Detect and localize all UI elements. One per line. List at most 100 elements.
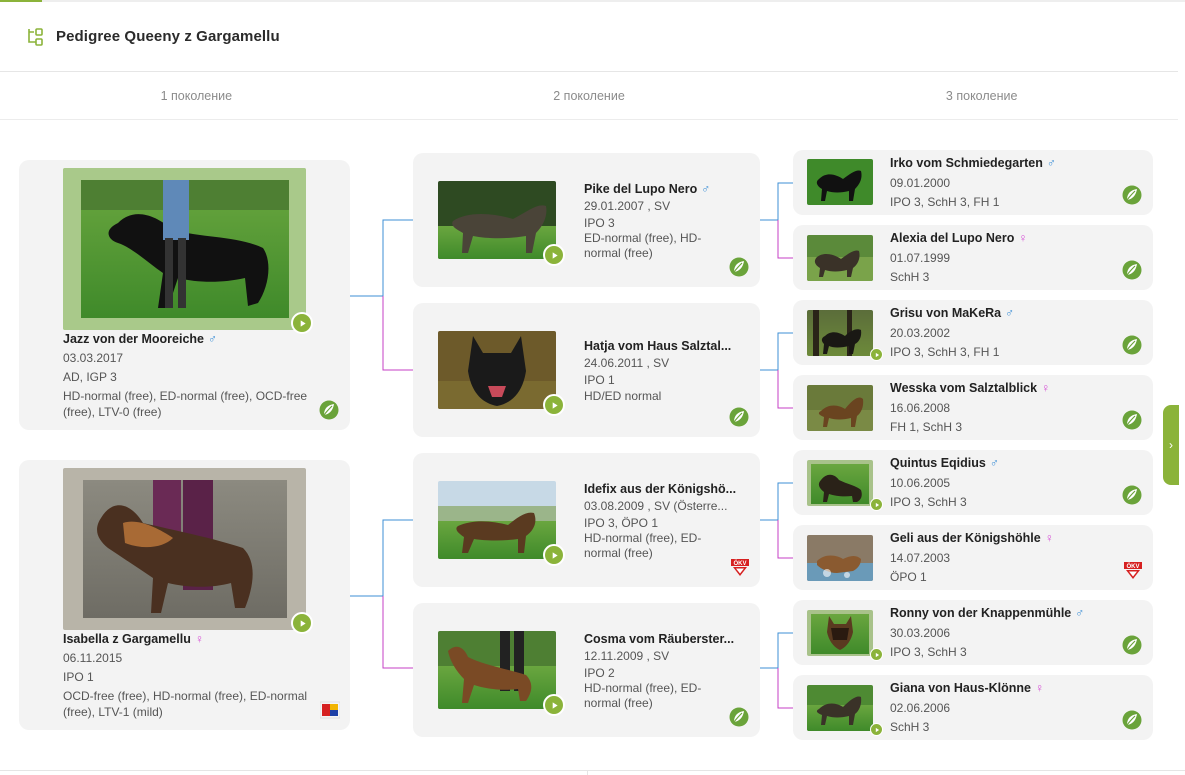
dog-photo[interactable]	[807, 685, 873, 731]
male-sex-icon: ♂	[989, 456, 999, 470]
dog-photo[interactable]	[807, 310, 873, 356]
pedigree-card-gen3-7[interactable]: Ronny von der Knappenmühle ♂ 30.03.2006 I…	[793, 600, 1153, 665]
play-video-button[interactable]	[291, 312, 313, 334]
leaf-icon[interactable]	[1122, 485, 1142, 505]
dog-name[interactable]: Quintus Eqidius ♂	[890, 456, 1110, 470]
dog-name[interactable]: Wesska vom Salztalblick ♀	[890, 381, 1110, 395]
dog-photo[interactable]	[438, 331, 556, 409]
expand-side-panel-button[interactable]: ›	[1163, 405, 1179, 485]
dog-photo[interactable]	[438, 631, 556, 709]
leaf-icon[interactable]	[729, 407, 749, 427]
dog-name[interactable]: Jazz von der Mooreiche ♂	[63, 332, 333, 346]
dog-name[interactable]: Idefix aus der Königshö...	[584, 482, 744, 496]
pedigree-card-gen2-4[interactable]: Cosma vom Räuberster... 12.11.2009 , SV …	[413, 603, 760, 737]
dog-name[interactable]: Pike del Lupo Nero ♂	[584, 182, 744, 196]
dog-birthdate: 14.07.2003	[890, 551, 951, 565]
dog-photo[interactable]	[63, 168, 306, 330]
dog-birthdate: 10.06.2005	[890, 476, 951, 490]
male-sex-icon: ♂	[701, 182, 711, 196]
dog-name[interactable]: Isabella z Gargamellu ♀	[63, 632, 333, 646]
pedigree-card-gen3-1[interactable]: Irko vom Schmiedegarten ♂ 09.01.2000 IPO …	[793, 150, 1153, 215]
footer-separator	[587, 771, 588, 775]
dog-photo[interactable]	[807, 235, 873, 281]
pedigree-card-gen2-1[interactable]: Pike del Lupo Nero ♂ 29.01.2007 , SV IPO …	[413, 153, 760, 287]
play-video-button[interactable]	[870, 498, 883, 511]
play-video-button[interactable]	[543, 544, 565, 566]
dog-photo[interactable]	[438, 181, 556, 259]
dog-birthdate: 30.03.2006	[890, 626, 951, 640]
dog-titles: IPO 3	[584, 216, 615, 230]
leaf-icon[interactable]	[729, 257, 749, 277]
pedigree-tree-icon	[28, 27, 43, 46]
dog-titles: AD, IGP 3	[63, 370, 117, 384]
dog-titles: IPO 3, SchH 3	[890, 495, 967, 509]
dog-photo[interactable]	[807, 159, 873, 205]
play-video-button[interactable]	[543, 694, 565, 716]
female-sex-icon: ♀	[1044, 531, 1054, 545]
page-header: Pedigree Queeny z Gargamellu	[0, 2, 1178, 72]
dog-photo[interactable]	[807, 385, 873, 431]
dog-name[interactable]: Giana von Haus-Klönne ♀	[890, 681, 1110, 695]
dog-name[interactable]: Geli aus der Königshöhle ♀	[890, 531, 1110, 545]
pedigree-card-gen3-2[interactable]: Alexia del Lupo Nero ♀ 01.07.1999 SchH 3	[793, 225, 1153, 290]
leaf-icon[interactable]	[1122, 410, 1142, 430]
dog-photo[interactable]	[807, 610, 873, 656]
play-video-button[interactable]	[543, 394, 565, 416]
pedigree-card-gen3-5[interactable]: Quintus Eqidius ♂ 10.06.2005 IPO 3, SchH …	[793, 450, 1153, 515]
dog-birthdate: 24.06.2011 , SV	[584, 356, 670, 370]
male-sex-icon: ♂	[1075, 606, 1085, 620]
play-video-button[interactable]	[543, 244, 565, 266]
dog-photo[interactable]	[63, 468, 306, 630]
pedigree-card-gen2-2[interactable]: Hatja vom Haus Salztal... 24.06.2011 , S…	[413, 303, 760, 437]
dog-health: HD-normal (free), ED-normal (free)	[584, 531, 702, 560]
dog-titles: IPO 1	[63, 670, 94, 684]
female-sex-icon: ♀	[1018, 231, 1028, 245]
leaf-icon[interactable]	[1122, 260, 1142, 280]
leaf-icon[interactable]	[1122, 335, 1142, 355]
dog-name[interactable]: Grisu von MaKeRa ♂	[890, 306, 1110, 320]
okv-badge-icon[interactable]	[730, 559, 750, 577]
dog-titles: SchH 3	[890, 270, 930, 284]
play-video-button[interactable]	[870, 648, 883, 661]
dog-health: HD-normal (free), ED-normal (free), OCD-…	[63, 389, 308, 419]
flag-badge-icon[interactable]	[320, 700, 340, 720]
dog-photo[interactable]	[438, 481, 556, 559]
leaf-icon[interactable]	[1122, 185, 1142, 205]
okv-badge-icon[interactable]	[1123, 562, 1143, 580]
leaf-icon[interactable]	[1122, 710, 1142, 730]
leaf-icon[interactable]	[729, 707, 749, 727]
dog-birthdate: 16.06.2008	[890, 401, 951, 415]
pedigree-card-sire[interactable]: Jazz von der Mooreiche ♂ 03.03.2017 AD, I…	[19, 160, 350, 430]
dog-name[interactable]: Ronny von der Knappenmühle ♂	[890, 606, 1110, 620]
dog-birthdate: 02.06.2006	[890, 701, 951, 715]
dog-birthdate: 09.01.2000	[890, 176, 951, 190]
dog-name[interactable]: Cosma vom Räuberster...	[584, 632, 744, 646]
play-video-button[interactable]	[870, 348, 883, 361]
tab-generation-2[interactable]: 2 поколение	[393, 72, 786, 119]
play-video-button[interactable]	[291, 612, 313, 634]
leaf-icon[interactable]	[1122, 635, 1142, 655]
dog-titles: FH 1, SchH 3	[890, 420, 963, 434]
dog-name[interactable]: Irko vom Schmiedegarten ♂	[890, 156, 1110, 170]
play-video-button[interactable]	[870, 723, 883, 736]
pedigree-card-gen3-6[interactable]: Geli aus der Königshöhle ♀ 14.07.2003 ÖPO…	[793, 525, 1153, 590]
pedigree-card-gen3-4[interactable]: Wesska vom Salztalblick ♀ 16.06.2008 FH 1…	[793, 375, 1153, 440]
dog-photo[interactable]	[807, 535, 873, 581]
leaf-icon[interactable]	[319, 400, 339, 420]
pedigree-card-gen3-8[interactable]: Giana von Haus-Klönne ♀ 02.06.2006 SchH 3	[793, 675, 1153, 740]
dog-birthdate: 03.03.2017	[63, 351, 124, 365]
page-title: Pedigree Queeny z Gargamellu	[56, 28, 280, 45]
dog-titles: SchH 3	[890, 720, 930, 734]
pedigree-card-gen3-3[interactable]: Grisu von MaKeRa ♂ 20.03.2002 IPO 3, SchH…	[793, 300, 1153, 365]
male-sex-icon: ♂	[1046, 156, 1056, 170]
pedigree-card-gen2-3[interactable]: Idefix aus der Königshö... 03.08.2009 , …	[413, 453, 760, 587]
dog-titles: IPO 3, ÖPO 1	[584, 516, 659, 530]
dog-health: ED-normal (free), HD-normal (free)	[584, 231, 702, 260]
pedigree-card-dam[interactable]: Isabella z Gargamellu ♀ 06.11.2015 IPO 1 …	[19, 460, 350, 730]
tab-generation-1[interactable]: 1 поколение	[0, 72, 393, 119]
dog-name[interactable]: Hatja vom Haus Salztal...	[584, 339, 744, 353]
tab-generation-3[interactable]: 3 поколение	[785, 72, 1178, 119]
dog-photo[interactable]	[807, 460, 873, 506]
dog-name[interactable]: Alexia del Lupo Nero ♀	[890, 231, 1110, 245]
dog-titles: ÖPO 1	[890, 570, 927, 584]
